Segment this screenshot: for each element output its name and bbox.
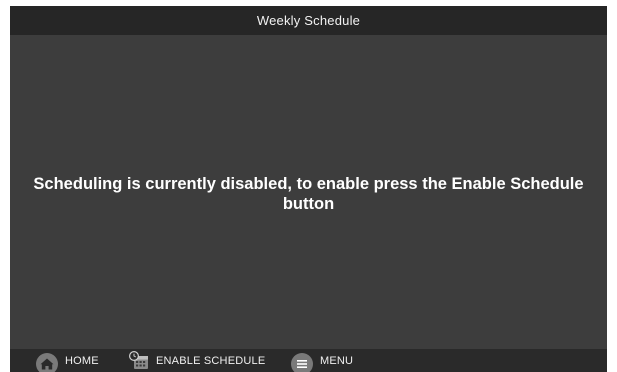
menu-icon bbox=[291, 352, 313, 372]
home-button[interactable]: HOME bbox=[36, 349, 99, 372]
page-title: Weekly Schedule bbox=[256, 13, 361, 28]
enable-schedule-button[interactable]: ENABLE SCHEDULE bbox=[128, 349, 265, 372]
device-frame: Weekly Schedule Scheduling is currently … bbox=[0, 0, 617, 372]
disabled-message: Scheduling is currently disabled, to ena… bbox=[33, 175, 584, 213]
thermostat-screen: Weekly Schedule Scheduling is currently … bbox=[10, 6, 607, 372]
calendar-clock-icon-glyph bbox=[129, 350, 148, 369]
home-icon-glyph bbox=[40, 358, 54, 369]
bottom-nav-bar: HOME ENABLE SCHEDULE MENU bbox=[10, 349, 607, 372]
title-bar: Weekly Schedule bbox=[10, 6, 607, 35]
enable-schedule-label: ENABLE SCHEDULE bbox=[156, 354, 266, 367]
main-content: Scheduling is currently disabled, to ena… bbox=[10, 35, 607, 349]
calendar-clock-icon bbox=[128, 350, 150, 372]
home-label: HOME bbox=[65, 354, 99, 367]
menu-icon-glyph bbox=[297, 359, 307, 368]
menu-label: MENU bbox=[320, 354, 354, 367]
home-icon bbox=[36, 352, 58, 372]
menu-button[interactable]: MENU bbox=[291, 349, 353, 372]
